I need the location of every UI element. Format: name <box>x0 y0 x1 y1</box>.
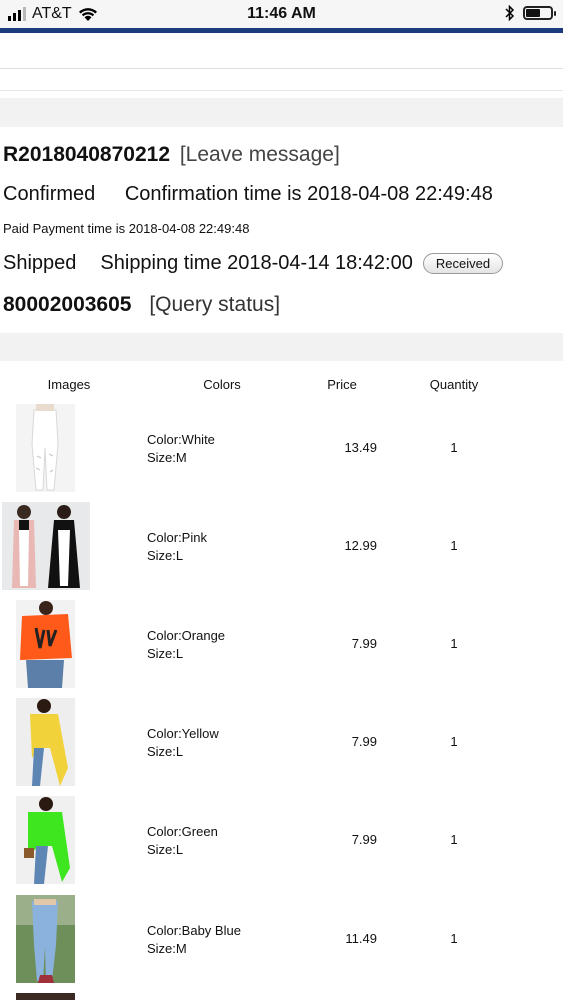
item-attributes: Color:Pink Size:L <box>147 529 207 565</box>
item-size: Size:L <box>147 744 184 759</box>
item-price: 7.99 <box>351 734 377 749</box>
item-quantity: 1 <box>450 832 458 847</box>
item-color: Color:Green <box>147 824 218 839</box>
section-separator <box>0 98 563 127</box>
header-colors: Colors <box>203 377 241 392</box>
confirmed-status: Confirmed <box>3 183 96 205</box>
table-row[interactable]: Color:Baby Blue Size:M 11.49 1 <box>0 895 563 987</box>
brand-bar <box>0 28 563 33</box>
bluetooth-icon <box>505 5 515 21</box>
order-number: R2018040870212 <box>3 143 170 166</box>
item-color: Color:Orange <box>147 628 226 643</box>
item-color: Color:Baby Blue <box>147 923 241 938</box>
confirmed-row: Confirmed Confirmation time is 2018-04-0… <box>3 183 493 206</box>
item-quantity: 1 <box>450 538 458 553</box>
item-size: Size:M <box>147 450 187 465</box>
item-quantity: 1 <box>450 931 458 946</box>
item-price: 7.99 <box>351 832 377 847</box>
header-quantity: Quantity <box>429 377 479 392</box>
table-row[interactable]: Color:Green Size:L 7.99 1 <box>0 796 563 888</box>
leave-message-link[interactable]: [Leave message] <box>180 143 340 166</box>
received-button[interactable]: Received <box>422 253 504 274</box>
table-row[interactable]: Color:Yellow Size:L 7.99 1 <box>0 698 563 790</box>
item-attributes: Color:Yellow Size:L <box>147 725 219 761</box>
item-color: Color:Yellow <box>147 726 219 741</box>
status-right <box>505 5 556 21</box>
item-size: Size:M <box>147 941 187 956</box>
clock: 11:46 AM <box>247 5 316 22</box>
item-attributes: Color:Baby Blue Size:M <box>147 922 241 958</box>
item-quantity: 1 <box>450 636 458 651</box>
item-size: Size:L <box>147 842 184 857</box>
product-image[interactable] <box>2 502 90 590</box>
item-attributes: Color:Green Size:L <box>147 823 218 859</box>
item-price: 7.99 <box>351 636 377 651</box>
battery-icon <box>523 6 556 20</box>
item-attributes: Color:White Size:M <box>147 431 215 467</box>
table-row[interactable]: Color:Pink Size:L 12.99 1 <box>0 502 563 594</box>
header-images: Images <box>47 377 91 392</box>
product-image[interactable] <box>16 796 75 884</box>
divider <box>0 90 563 91</box>
item-attributes: Color:Orange Size:L <box>147 627 225 663</box>
item-color: Color:White <box>147 432 215 447</box>
tracking-row: 80002003605 [Query status] <box>3 293 280 317</box>
shipped-row: Shipped Shipping time 2018-04-14 18:42:0… <box>3 252 504 275</box>
item-price: 12.99 <box>344 538 377 553</box>
product-image[interactable] <box>16 600 75 688</box>
item-color: Color:Pink <box>147 530 207 545</box>
order-number-row: R2018040870212 [Leave message] <box>3 143 340 167</box>
item-quantity: 1 <box>450 734 458 749</box>
shipping-time: Shipping time 2018-04-14 18:42:00 <box>100 252 413 274</box>
status-bar: AT&T 11:46 AM <box>0 0 563 28</box>
item-quantity: 1 <box>450 440 458 455</box>
tracking-number: 80002003605 <box>3 293 132 316</box>
header-price: Price <box>327 377 357 392</box>
divider <box>0 68 563 69</box>
shipped-status: Shipped <box>3 252 77 274</box>
item-price: 13.49 <box>344 440 377 455</box>
query-status-link[interactable]: [Query status] <box>149 293 280 316</box>
table-row[interactable]: Color:White Size:M 13.49 1 <box>0 404 563 496</box>
confirmation-time: Confirmation time is 2018-04-08 22:49:48 <box>124 183 493 205</box>
product-image[interactable] <box>16 895 75 983</box>
section-separator <box>0 333 563 361</box>
item-price: 11.49 <box>345 931 377 946</box>
product-image[interactable] <box>16 698 75 786</box>
table-row[interactable]: Color:Orange Size:L 7.99 1 <box>0 600 563 692</box>
item-size: Size:L <box>147 548 184 563</box>
item-size: Size:L <box>147 646 184 661</box>
paid-status: Paid Payment time is 2018-04-08 22:49:48 <box>3 221 250 236</box>
product-image[interactable] <box>16 993 75 1000</box>
product-image[interactable] <box>16 404 75 492</box>
